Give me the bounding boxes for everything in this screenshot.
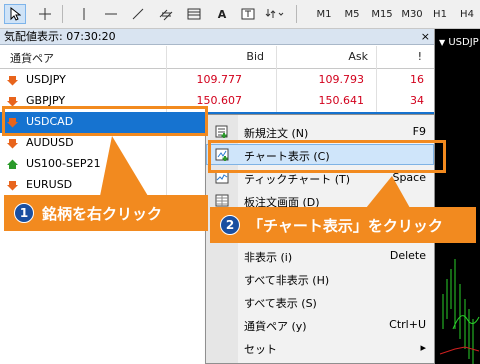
timeframe-m1[interactable]: M1 [312,4,336,24]
menu-item-sets[interactable]: セット ▸ [206,337,434,358]
menu-item-shortcut: F9 [412,125,426,138]
toolbar-separator [62,5,63,23]
menu-item-new-order[interactable]: 新規注文 (N) F9 [206,121,434,142]
column-header-spread[interactable]: ! [418,50,422,63]
step-number-badge: 2 [220,215,240,235]
channel-icon[interactable] [156,4,176,24]
callout-text: 「チャート表示」をクリック [248,216,443,235]
vertical-line-icon[interactable] [74,4,94,24]
menu-item-label: すべて非表示 (H) [244,274,330,287]
menu-item-label: 非表示 (i) [244,251,293,264]
menu-item-shortcut: Ctrl+U [389,318,426,331]
menu-item-label: 新規注文 (N) [244,127,309,140]
column-header-bid[interactable]: Bid [246,50,264,63]
step-number-badge: 1 [14,203,34,223]
board-order-icon [215,194,229,207]
arrow-down-icon [7,76,18,86]
callout-step-2: 2 「チャート表示」をクリック [210,207,476,243]
highlight-usdcad-row [2,106,208,136]
panel-title-bar: 気配値表示: 07:30:20 × [0,29,434,45]
column-header-symbol[interactable]: 通貨ペア [10,50,54,66]
ask-price: 109.793 [318,73,365,86]
arrow-down-icon [7,139,18,149]
timeframe-h1[interactable]: H1 [428,4,452,24]
menu-item-hide[interactable]: 非表示 (i) Delete [206,245,434,266]
ask-price: 150.641 [318,94,365,107]
timeframe-m30[interactable]: M30 [398,4,426,24]
timeframe-m5[interactable]: M5 [340,4,364,24]
arrow-down-icon [7,181,18,191]
callout-step-1: 1 銘柄を右クリック [4,195,208,231]
crosshair-icon[interactable] [34,4,56,24]
column-header-ask[interactable]: Ask [348,50,368,63]
menu-item-hide-all[interactable]: すべて非表示 (H) [206,268,434,289]
highlight-show-chart-item [208,140,446,173]
text-label-icon[interactable] [238,4,258,24]
spread-value: 16 [410,73,424,86]
chart-window[interactable]: ▼ USDJP [435,29,480,364]
menu-item-label: セット [244,343,277,356]
bid-price: 109.777 [196,73,243,86]
symbol-name: EURUSD [26,178,73,191]
arrows-dropdown-icon[interactable] [262,4,288,24]
table-row[interactable]: USDJPY 109.777 109.793 16 [0,70,434,91]
timeframe-h4[interactable]: H4 [456,4,478,24]
toolbar: A M1 M5 M15 M30 H1 H4 [0,0,480,29]
toolbar-separator [296,5,297,23]
fibonacci-icon[interactable] [184,4,204,24]
menu-item-label: 通貨ペア (y) [244,320,307,333]
menu-item-shortcut: Delete [389,249,426,262]
cursor-icon[interactable] [4,4,26,24]
new-order-icon [215,125,228,138]
submenu-arrow-icon: ▸ [420,341,426,354]
table-header: 通貨ペア Bid Ask ! [0,46,434,69]
menu-item-symbols[interactable]: 通貨ペア (y) Ctrl+U [206,314,434,335]
trendline-icon[interactable] [128,4,148,24]
spread-value: 34 [410,94,424,107]
arrow-up-icon [7,159,18,169]
menu-item-label: すべて表示 (S) [244,297,317,310]
timeframe-m15[interactable]: M15 [368,4,396,24]
callout-text: 銘柄を右クリック [42,204,163,223]
close-icon[interactable]: × [421,29,430,45]
symbol-name: US100-SEP21 [26,157,101,170]
horizontal-line-icon[interactable] [101,4,121,24]
symbol-name: AUDUSD [26,136,74,149]
text-tool-icon[interactable]: A [212,4,232,24]
menu-item-label: ティックチャート (T) [244,173,351,186]
panel-title: 気配値表示: 07:30:20 [4,30,116,43]
menu-item-show-all[interactable]: すべて表示 (S) [206,291,434,312]
candlestick-chart [439,259,480,364]
symbol-name: USDJPY [26,73,66,86]
